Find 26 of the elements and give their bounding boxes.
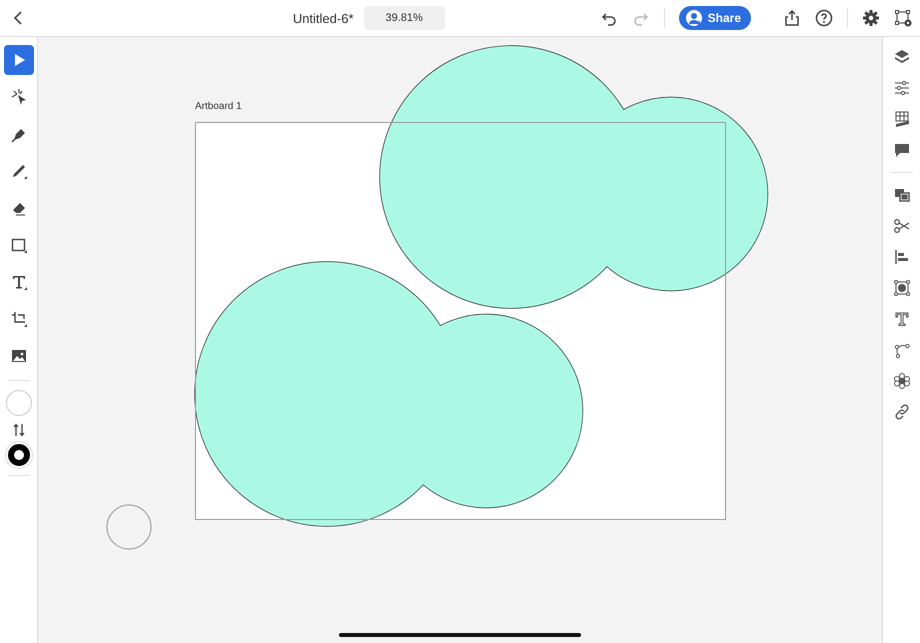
document-title[interactable]: Untitled-6*	[292, 10, 354, 26]
add-user-icon	[686, 9, 704, 27]
layers-icon[interactable]	[892, 48, 910, 66]
text-style-icon[interactable]	[892, 310, 910, 328]
share-button[interactable]: Share	[678, 6, 751, 30]
floating-button[interactable]	[106, 504, 152, 550]
help-icon[interactable]	[815, 9, 833, 27]
preview-icon[interactable]	[894, 9, 912, 27]
artboard-label[interactable]: Artboard 1	[195, 101, 242, 112]
swap-icon[interactable]	[12, 423, 24, 437]
arrange-icon[interactable]	[892, 186, 910, 204]
align-left-icon[interactable]	[892, 248, 910, 266]
settings-icon[interactable]	[862, 9, 880, 27]
comment-icon[interactable]	[892, 141, 910, 159]
scissors-icon[interactable]	[892, 217, 910, 235]
flower-icon[interactable]	[892, 372, 910, 390]
stroke-swatch[interactable]	[8, 444, 30, 466]
select-icon[interactable]	[4, 45, 34, 75]
export-icon[interactable]	[783, 9, 801, 27]
fill-swatch[interactable]	[6, 390, 32, 416]
link-icon[interactable]	[892, 403, 910, 421]
zoom-level[interactable]: 39.81%	[364, 6, 445, 30]
sliders-icon[interactable]	[892, 79, 910, 97]
grid-ruler-icon[interactable]	[892, 110, 910, 128]
transform-icon[interactable]	[892, 279, 910, 297]
curve-icon[interactable]	[892, 341, 910, 359]
